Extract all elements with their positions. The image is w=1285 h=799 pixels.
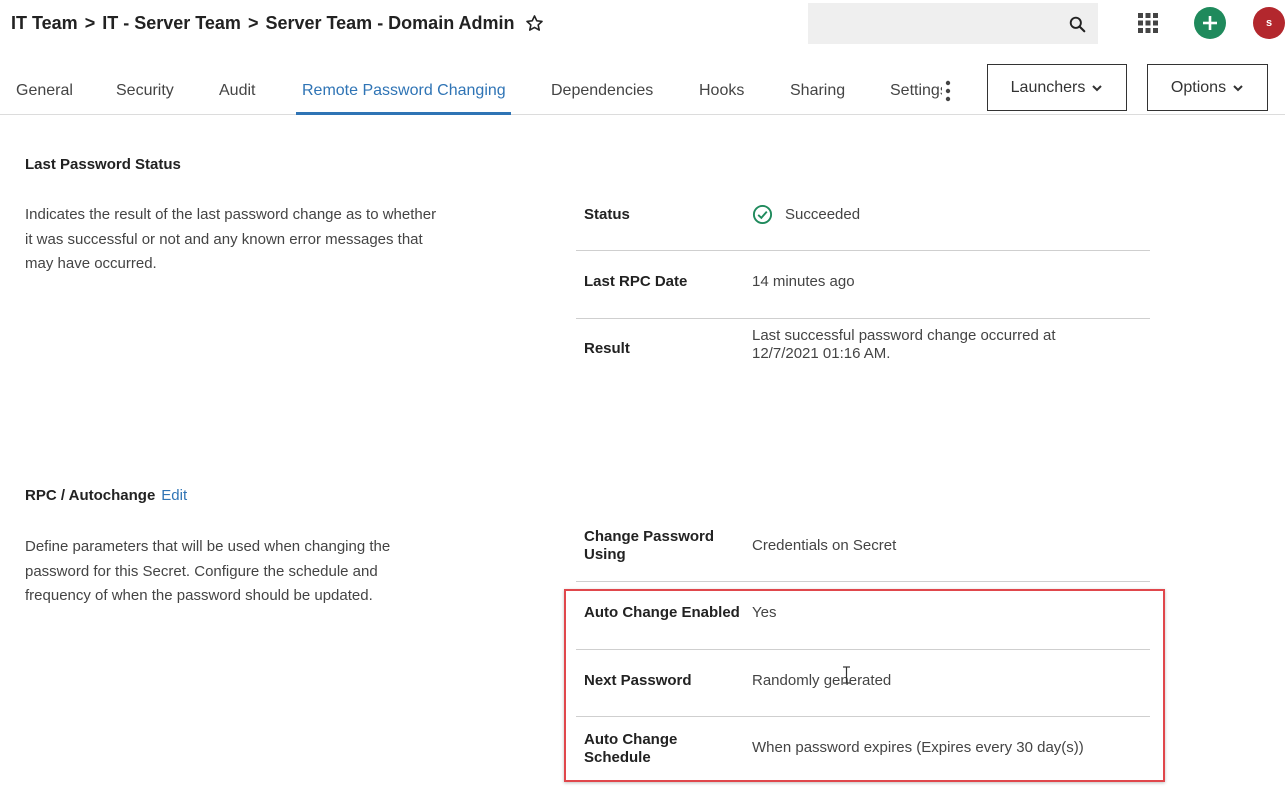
breadcrumb-separator: >	[247, 13, 259, 33]
breadcrumb-item-server-team[interactable]: IT - Server Team	[102, 13, 241, 34]
label-line: Change Password	[584, 528, 715, 545]
plus-icon	[1203, 16, 1217, 30]
breadcrumb: IT Team > IT - Server Team > Server Team…	[11, 13, 544, 34]
last-rpc-date-value: 14 minutes ago	[752, 273, 855, 290]
active-tab-indicator	[296, 112, 511, 115]
last-rpc-date-row: Last RPC Date 14 minutes ago	[576, 251, 1150, 319]
last-rpc-date-label: Last RPC Date	[584, 273, 688, 290]
search-input[interactable]	[808, 3, 1098, 44]
tab-general[interactable]: General	[16, 82, 73, 100]
result-label: Result	[584, 340, 630, 357]
tab-security[interactable]: Security	[116, 82, 174, 100]
status-value: Succeeded	[785, 206, 861, 223]
tab-remote-password-changing[interactable]: Remote Password Changing	[302, 82, 506, 100]
description-line: frequency of when the password should be…	[25, 587, 373, 604]
description-line: may have occurred.	[25, 255, 157, 272]
breadcrumb-item-it-team[interactable]: IT Team	[11, 13, 78, 34]
change-password-using-value: Credentials on Secret	[752, 537, 897, 554]
last-password-status-title: Last Password Status	[25, 156, 181, 173]
tab-audit[interactable]: Audit	[219, 82, 255, 100]
breadcrumb-separator: >	[84, 13, 96, 33]
edit-link[interactable]: Edit	[161, 487, 187, 504]
tab-hooks[interactable]: Hooks	[699, 82, 744, 100]
last-password-status-description: Indicates the result of the last passwor…	[25, 203, 436, 277]
text-cursor-icon	[843, 666, 850, 684]
change-password-using-label: Change Password Using	[584, 528, 714, 564]
tab-settings[interactable]: Settings	[890, 82, 942, 100]
options-button[interactable]: Options	[1147, 64, 1268, 111]
search-icon[interactable]	[1069, 16, 1086, 33]
highlight-box	[564, 589, 1165, 782]
rpc-autochange-title-text: RPC / Autochange	[25, 487, 156, 504]
rpc-autochange-description: Define parameters that will be used when…	[25, 535, 390, 609]
description-line: it was successful or not and any known e…	[25, 230, 423, 248]
add-button[interactable]	[1194, 7, 1226, 39]
rpc-autochange-title: RPC / Autochange Edit	[25, 487, 187, 504]
tab-dependencies[interactable]: Dependencies	[551, 82, 653, 100]
result-value-line: Last successful password change occurred…	[752, 327, 1056, 344]
description-line: Define parameters that will be used when…	[25, 538, 391, 555]
result-value-line: 12/7/2021 01:16 AM.	[752, 345, 891, 362]
tab-sharing[interactable]: Sharing	[790, 82, 845, 100]
description-line: password for this Secret. Configure the …	[25, 562, 378, 580]
favorite-star-icon[interactable]	[525, 14, 544, 33]
user-avatar[interactable]: s	[1253, 7, 1285, 39]
result-row: Result Last successful password change o…	[576, 319, 1150, 379]
label-line: Using	[584, 546, 626, 563]
status-row: Status Succeeded	[576, 182, 1150, 251]
chevron-down-icon	[1092, 84, 1103, 91]
launchers-button[interactable]: Launchers	[987, 64, 1127, 111]
top-header: IT Team > IT - Server Team > Server Team…	[0, 0, 1285, 50]
result-value: Last successful password change occurred…	[752, 327, 1056, 363]
apps-grid-icon[interactable]	[1138, 13, 1158, 33]
breadcrumb-item-current-secret: Server Team - Domain Admin	[265, 13, 515, 33]
launchers-label: Launchers	[1010, 78, 1086, 96]
status-label: Status	[584, 206, 630, 223]
chevron-down-icon	[1233, 84, 1243, 91]
success-check-icon	[752, 204, 773, 225]
more-tabs-icon[interactable]	[944, 80, 952, 102]
description-line: Indicates the result of the last passwor…	[25, 206, 437, 223]
change-password-using-row: Change Password Using Credentials on Sec…	[576, 514, 1150, 582]
options-label: Options	[1170, 78, 1227, 96]
